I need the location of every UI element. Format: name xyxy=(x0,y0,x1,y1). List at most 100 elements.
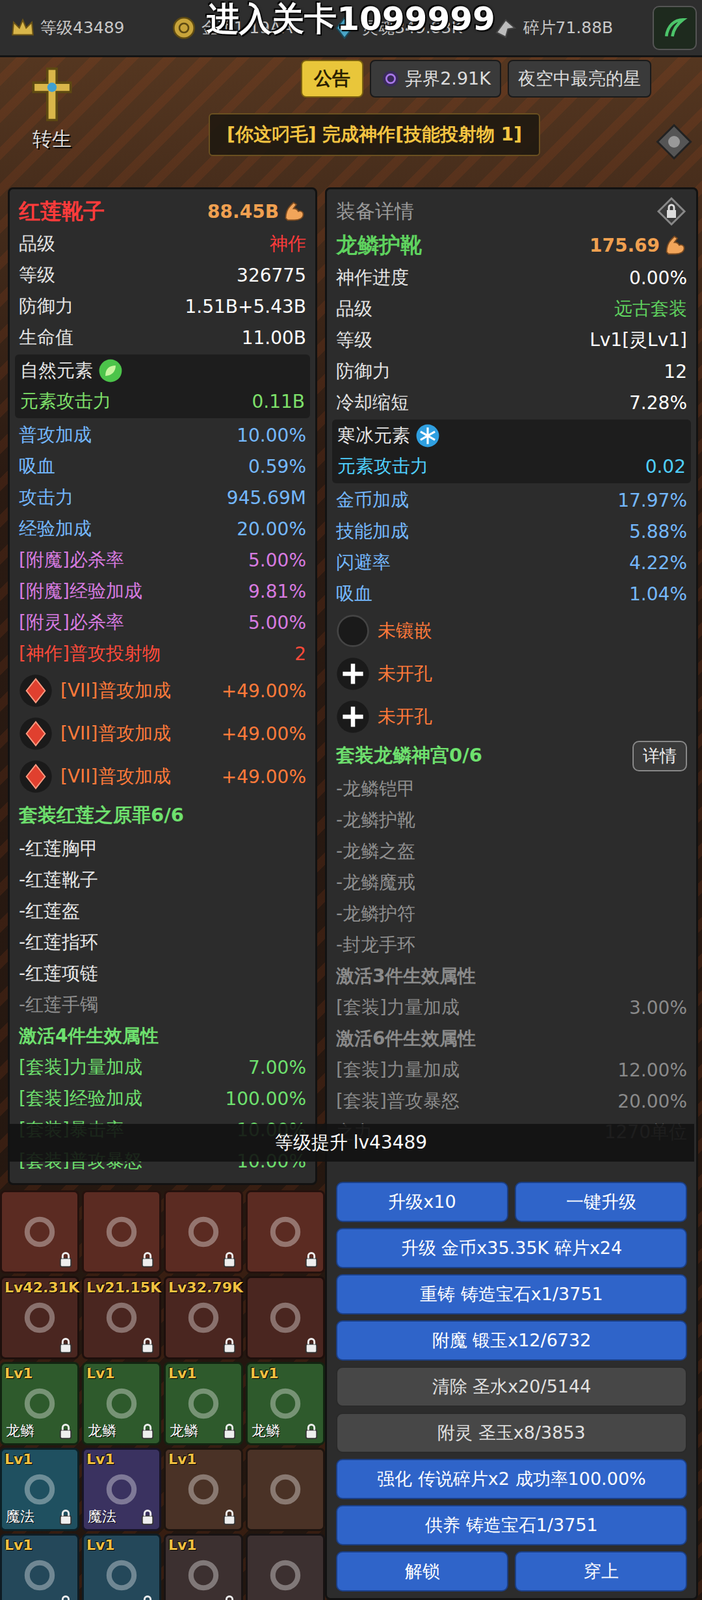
action-button[interactable]: 一键升级 xyxy=(514,1181,688,1222)
coin-icon xyxy=(170,14,198,42)
lock-icon[interactable] xyxy=(655,195,688,227)
inventory-slot[interactable] xyxy=(163,1189,244,1273)
set-tier-title: 激活4件生效属性 xyxy=(18,1019,307,1052)
bonus-row: 吸血 1.04% xyxy=(336,577,688,610)
lock-icon xyxy=(56,1421,75,1440)
set-piece: -封龙手环 xyxy=(336,928,688,961)
inventory-slot[interactable]: Lv1 龙鳞 xyxy=(245,1361,325,1445)
set-piece: -龙鳞护靴 xyxy=(336,804,688,836)
inventory-slot[interactable] xyxy=(245,1446,325,1531)
bonus-row: 吸血 0.59% xyxy=(18,450,307,482)
stage-notice: 进入关卡1099999 xyxy=(0,0,702,41)
set-bonus-row: [套装]力量加成 12.00% xyxy=(336,1053,688,1085)
set-piece: -龙鳞护符 xyxy=(336,897,688,929)
stat-item: 灵魂349.83K xyxy=(330,14,483,42)
game-screen: 等级43489 金币1.19AA 灵魂349.83K 碎片71.88B 进入关卡… xyxy=(0,0,702,1599)
action-button[interactable]: 供养 铸造宝石1/3751 xyxy=(336,1504,688,1545)
action-button[interactable]: 清除 圣水x20/5144 xyxy=(336,1365,688,1406)
item-icon xyxy=(264,1296,307,1338)
item-icon xyxy=(18,1381,61,1424)
action-button[interactable]: 附魔 锻玉x12/6732 xyxy=(336,1319,688,1360)
action-button[interactable]: 升级x10 xyxy=(336,1181,509,1222)
lock-icon xyxy=(138,1335,157,1354)
inventory-slot[interactable] xyxy=(81,1189,162,1273)
set-piece: -红莲项链 xyxy=(18,957,307,989)
item-icon xyxy=(100,1467,143,1510)
action-button[interactable]: 重铸 铸造宝石x1/3751 xyxy=(336,1273,688,1314)
inventory-slot[interactable]: Lv1 龙鳞 xyxy=(81,1361,162,1445)
item-icon xyxy=(100,1553,143,1596)
inventory-slot[interactable]: Lv1 魔法 xyxy=(81,1446,162,1531)
lock-icon xyxy=(302,1421,321,1440)
action-button[interactable]: 穿上 xyxy=(514,1550,688,1591)
inventory-slot[interactable] xyxy=(245,1189,325,1273)
item-icon xyxy=(100,1210,143,1252)
item-icon xyxy=(182,1553,225,1596)
inventory-slot[interactable] xyxy=(0,1189,80,1273)
set-piece: -红莲手镯 xyxy=(18,988,307,1020)
lock-icon xyxy=(138,1593,157,1599)
set-title: 套装红莲之原罪6/6 xyxy=(18,797,307,833)
action-buttons: 升级x10一键升级升级 金币x35.35K 碎片x24 重铸 铸造宝石x1/375… xyxy=(336,1174,688,1591)
stat-row: 品级 远古套装 xyxy=(336,293,688,325)
item-icon xyxy=(264,1210,307,1252)
menu-button[interactable] xyxy=(652,5,697,51)
set-detail-button[interactable]: 详情 xyxy=(632,740,688,771)
inventory-slot[interactable]: Lv21.15K xyxy=(81,1275,162,1359)
set-piece: -龙鳞铠甲 xyxy=(336,772,688,805)
item-icon xyxy=(182,1467,225,1510)
action-button[interactable]: 解锁 xyxy=(336,1550,509,1591)
socket-row[interactable]: 未开孔 xyxy=(336,694,688,738)
lock-icon xyxy=(56,1335,75,1354)
inventory-slot[interactable]: Lv1 xyxy=(81,1532,162,1599)
set-piece: -龙鳞之盔 xyxy=(336,835,688,867)
bonus-row: 攻击力 945.69M xyxy=(18,481,307,513)
socket-row: [VII]普攻加成 +49.00% xyxy=(18,668,307,712)
rebirth-button[interactable]: 转生 xyxy=(6,59,98,188)
action-button[interactable]: 升级 金币x35.35K 碎片x24 xyxy=(336,1227,688,1268)
item-icon xyxy=(264,1467,307,1510)
leaf-arc-icon xyxy=(660,13,689,43)
portal-icon xyxy=(380,68,402,90)
inventory-slot[interactable] xyxy=(245,1275,325,1359)
inventory-slot[interactable]: Lv1 龙鳞 xyxy=(0,1361,80,1445)
item-icon xyxy=(100,1381,143,1424)
inventory-slot[interactable]: Lv1 xyxy=(0,1532,80,1599)
crown-icon xyxy=(9,14,37,42)
bonus-row: 普攻加成 10.00% xyxy=(18,419,307,451)
notice-button[interactable]: 公告 xyxy=(300,59,364,98)
settings-icon[interactable] xyxy=(654,122,694,162)
item-icon xyxy=(182,1381,225,1424)
snowflake-icon xyxy=(415,423,441,448)
inventory-slot[interactable]: Lv32.79K xyxy=(163,1275,244,1359)
otherworld-button[interactable]: 异界2.91K xyxy=(369,59,502,98)
item-icon xyxy=(18,1467,61,1510)
lock-icon xyxy=(220,1593,239,1599)
player-name[interactable]: 夜空中最亮的星 xyxy=(507,59,652,98)
action-button[interactable]: 强化 传说碎片x2 成功率100.00% xyxy=(336,1457,688,1499)
lock-icon xyxy=(220,1507,239,1526)
inventory-slot[interactable]: Lv1 xyxy=(163,1446,244,1531)
stat-row: 品级 神作 xyxy=(18,228,307,260)
bonus-row: 金币加成 17.97% xyxy=(336,484,688,516)
inventory-slot[interactable]: Lv1 龙鳞 xyxy=(163,1361,244,1445)
set-title: 套装龙鳞神宫0/6 详情 xyxy=(336,737,688,773)
equipped-item-panel: 红莲靴子 88.45B 品级 神作等级 326775防御力 1.51B+5.43… xyxy=(7,187,318,1185)
stat-row: 等级 326775 xyxy=(18,259,307,291)
action-button[interactable]: 附灵 圣玉x8/3853 xyxy=(336,1411,688,1453)
plus-icon xyxy=(336,699,370,734)
lock-icon xyxy=(138,1421,157,1440)
inventory-slot[interactable]: Lv42.31K xyxy=(0,1275,80,1359)
lock-icon xyxy=(56,1249,75,1269)
gem-icon xyxy=(18,716,53,751)
inventory-slot[interactable] xyxy=(245,1532,325,1599)
item-icon xyxy=(264,1553,307,1596)
socket-row[interactable]: 未镶嵌 xyxy=(336,609,688,652)
header: 转生 公告 异界2.91K 夜空中最亮的星 [你这叼毛] 完成神作[技能投射物 … xyxy=(0,57,702,188)
inventory-slot[interactable]: Lv1 xyxy=(163,1532,244,1599)
set-piece: -红莲胸甲 xyxy=(18,832,307,864)
lock-icon xyxy=(302,1249,321,1269)
inventory-slot[interactable]: Lv1 魔法 xyxy=(0,1446,80,1531)
socket-row[interactable]: 未开孔 xyxy=(336,651,688,695)
lock-icon xyxy=(138,1249,157,1269)
